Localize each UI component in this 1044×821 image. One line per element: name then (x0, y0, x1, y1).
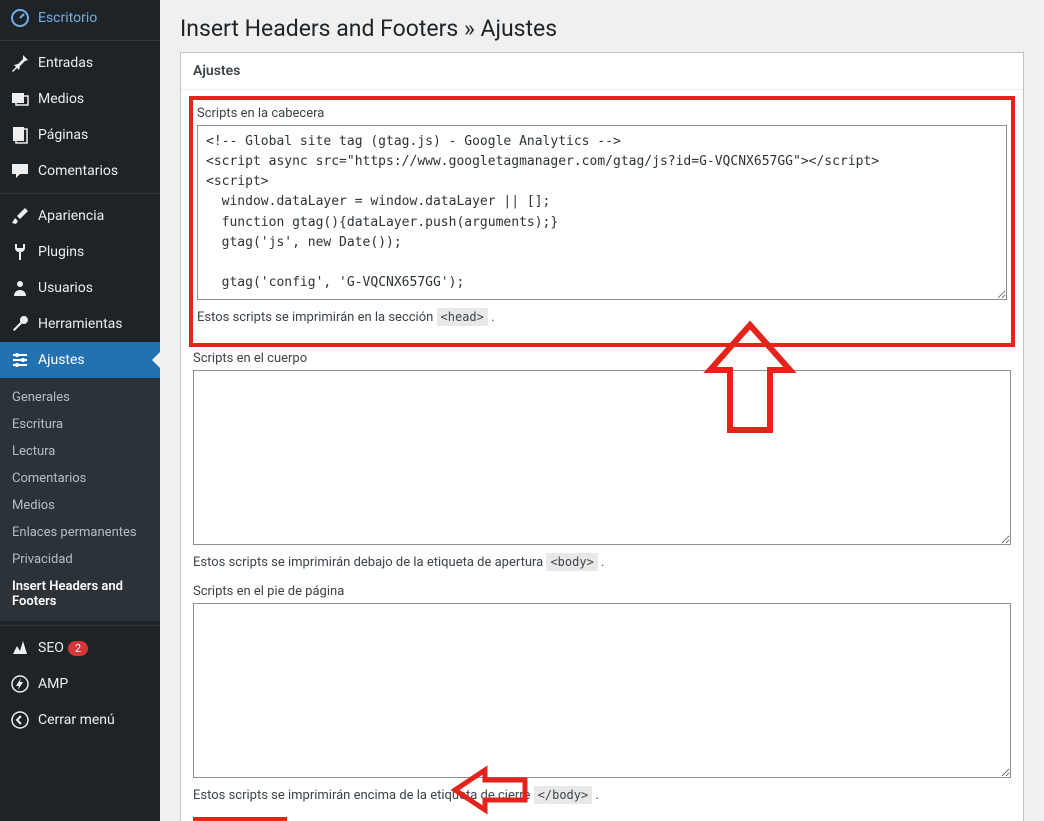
sidebar-item-label: Usuarios (38, 280, 93, 296)
sidebar-item-label: Comentarios (38, 163, 118, 179)
body-scripts-textarea[interactable] (193, 370, 1011, 545)
sidebar-item-label: Herramientas (38, 316, 123, 332)
sidebar-item-label: Apariencia (38, 208, 104, 224)
sidebar-item-comentarios[interactable]: Comentarios (0, 153, 160, 189)
sidebar-item-herramientas[interactable]: Herramientas (0, 306, 160, 342)
sidebar-item-label: Páginas (38, 127, 88, 143)
sidebar-item-plugins[interactable]: Plugins (0, 234, 160, 270)
pin-icon (10, 53, 30, 73)
tools-icon (10, 314, 30, 334)
sidebar-item-label: Entradas (38, 55, 93, 71)
sidebar-item-label: Escritorio (38, 10, 97, 26)
header-scripts-textarea[interactable] (197, 125, 1007, 300)
main-content: Insert Headers and Footers » Ajustes Aju… (160, 0, 1044, 821)
media-icon (10, 89, 30, 109)
sidebar-item-label: Cerrar menú (38, 712, 115, 728)
footer-scripts-label: Scripts en el pie de página (193, 584, 1011, 599)
submenu-privacidad[interactable]: Privacidad (0, 546, 160, 573)
submenu-escritura[interactable]: Escritura (0, 411, 160, 438)
sidebar-item-medios[interactable]: Medios (0, 81, 160, 117)
settings-icon (10, 350, 30, 370)
brush-icon (10, 206, 30, 226)
collapse-icon (10, 710, 30, 730)
sidebar-item-label: Ajustes (38, 352, 85, 368)
page-title: Insert Headers and Footers » Ajustes (180, 0, 1024, 52)
comments-icon (10, 161, 30, 181)
sidebar-item-label: SEO (38, 640, 64, 656)
submenu-lectura[interactable]: Lectura (0, 438, 160, 465)
submenu-medios[interactable]: Medios (0, 492, 160, 519)
header-scripts-label: Scripts en la cabecera (197, 106, 1007, 121)
pages-icon (10, 125, 30, 145)
submenu-enlaces[interactable]: Enlaces permanentes (0, 519, 160, 546)
sidebar-item-ajustes[interactable]: Ajustes (0, 342, 160, 378)
seo-icon (10, 638, 30, 658)
header-highlight: Scripts en la cabecera Estos scripts se … (189, 96, 1015, 347)
settings-submenu: Generales Escritura Lectura Comentarios … (0, 378, 160, 621)
annotation-arrow-left-icon (450, 765, 530, 815)
body-scripts-help: Estos scripts se imprimirán debajo de la… (193, 555, 1011, 570)
users-icon (10, 278, 30, 298)
annotation-arrow-up-icon (700, 320, 800, 440)
submenu-comentarios[interactable]: Comentarios (0, 465, 160, 492)
sidebar-item-apariencia[interactable]: Apariencia (0, 198, 160, 234)
submenu-insert-headers-footers[interactable]: Insert Headers and Footers (0, 573, 160, 615)
admin-sidebar: Escritorio Entradas Medios Páginas Comen… (0, 0, 160, 821)
save-highlight: Guardar (193, 817, 287, 821)
footer-scripts-textarea[interactable] (193, 603, 1011, 778)
sidebar-item-paginas[interactable]: Páginas (0, 117, 160, 153)
submenu-generales[interactable]: Generales (0, 384, 160, 411)
sidebar-item-entradas[interactable]: Entradas (0, 45, 160, 81)
sidebar-item-seo[interactable]: SEO 2 (0, 630, 160, 666)
body-scripts-label: Scripts en el cuerpo (193, 351, 1011, 366)
sidebar-item-label: AMP (38, 676, 68, 692)
dashboard-icon (10, 8, 30, 28)
plug-icon (10, 242, 30, 262)
footer-scripts-help: Estos scripts se imprimirán encima de la… (193, 788, 1011, 803)
amp-icon (10, 674, 30, 694)
header-scripts-help: Estos scripts se imprimirán en la secció… (197, 310, 1007, 325)
sidebar-item-collapse[interactable]: Cerrar menú (0, 702, 160, 738)
sidebar-item-usuarios[interactable]: Usuarios (0, 270, 160, 306)
sidebar-item-label: Plugins (38, 244, 84, 260)
settings-box: Ajustes Scripts en la cabecera Estos scr… (180, 52, 1024, 821)
seo-badge: 2 (68, 641, 88, 656)
sidebar-item-amp[interactable]: AMP (0, 666, 160, 702)
sidebar-item-escritorio[interactable]: Escritorio (0, 0, 160, 36)
box-title: Ajustes (181, 53, 1023, 90)
sidebar-item-label: Medios (38, 91, 84, 107)
